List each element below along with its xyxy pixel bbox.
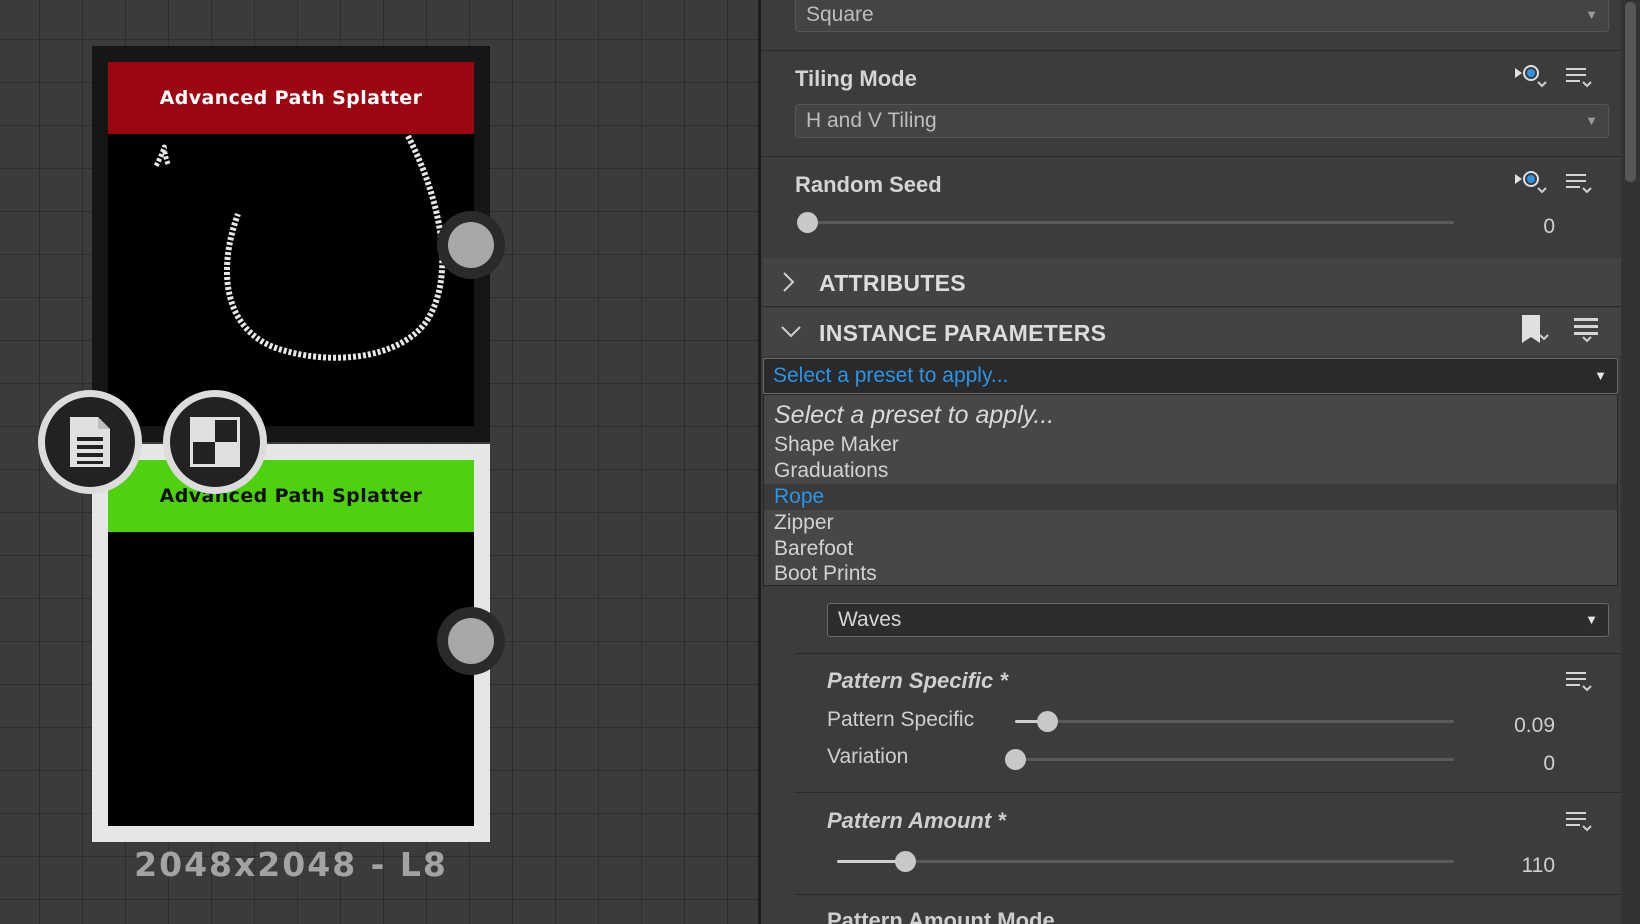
variation-slider-track[interactable] [1015, 758, 1454, 761]
pattern-combo[interactable]: Waves ▼ [827, 603, 1609, 637]
random-seed-title: Random Seed [795, 172, 942, 197]
chevron-down-icon [781, 326, 801, 338]
rope-path-preview [153, 134, 446, 361]
node-thumbnail [108, 532, 474, 826]
panel-scrollbar[interactable] [1621, 0, 1640, 924]
section-menu-button[interactable] [1569, 314, 1605, 344]
preset-option[interactable]: Shape Maker [764, 432, 1617, 458]
separator [795, 894, 1621, 895]
random-seed-slider-track[interactable] [807, 221, 1454, 224]
combo-value: Square [806, 3, 874, 26]
section-title: ATTRIBUTES [819, 270, 966, 296]
chevron-down-icon: ▼ [1585, 7, 1598, 22]
output-port-top[interactable] [437, 211, 505, 279]
pattern-specific-label: Pattern Specific [827, 708, 975, 731]
variation-slider-handle[interactable] [1005, 749, 1026, 770]
graph-node-green[interactable]: Advanced Path Splatter [92, 444, 490, 842]
parameter-menu-button[interactable] [1561, 806, 1597, 836]
separator [761, 156, 1621, 157]
variation-value[interactable]: 0 [1475, 752, 1555, 776]
output-port-bottom[interactable] [437, 607, 505, 675]
expose-parameter-button[interactable] [1513, 168, 1549, 198]
preset-option-selected[interactable]: Rope [764, 484, 1617, 510]
separator [795, 653, 1621, 654]
section-title: INSTANCE PARAMETERS [819, 320, 1107, 346]
combo-value: H and V Tiling [806, 109, 937, 132]
chevron-down-icon: ▼ [1594, 368, 1607, 383]
expose-parameter-icon [1515, 65, 1547, 88]
expose-parameter-icon [1515, 171, 1547, 194]
preset-option[interactable]: Boot Prints [764, 561, 1617, 587]
separator [761, 50, 1621, 51]
preset-bookmark-button[interactable] [1517, 314, 1553, 344]
checker-icon [190, 417, 240, 467]
pattern-amount-slider-handle[interactable] [895, 851, 916, 872]
separator [795, 792, 1621, 793]
scrollbar-thumb[interactable] [1625, 2, 1636, 182]
node-thumbnail [108, 134, 474, 426]
checker-badge[interactable] [163, 390, 267, 494]
preset-select-placeholder: Select a preset to apply... [773, 364, 1009, 387]
menu-lines-icon [1566, 68, 1592, 88]
pattern-amount-group-title: Pattern Amount * [827, 808, 1006, 833]
separator [761, 306, 1621, 307]
preset-dropdown-list: Select a preset to apply... Shape Maker … [763, 394, 1618, 586]
graph-canvas[interactable]: Advanced Path Splatter Advanced Path Spl… [0, 0, 758, 924]
menu-lines-icon [1566, 672, 1592, 692]
preset-option[interactable]: Barefoot [764, 536, 1617, 562]
node-title: Advanced Path Splatter [108, 460, 474, 532]
variation-label: Variation [827, 745, 909, 768]
parameter-menu-button[interactable] [1561, 168, 1597, 198]
preset-option[interactable]: Graduations [764, 458, 1617, 484]
instance-parameters-section-header[interactable]: INSTANCE PARAMETERS [763, 308, 1621, 356]
tiling-mode-combo[interactable]: H and V Tiling ▼ [795, 104, 1609, 138]
pattern-amount-mode-title: Pattern Amount Mode [827, 908, 1055, 924]
resolution-label: 2048x2048 - L8 [134, 845, 448, 884]
document-badge[interactable] [38, 390, 142, 494]
pattern-specific-slider-handle[interactable] [1037, 711, 1058, 732]
menu-lines-icon [1566, 174, 1592, 194]
graph-node-red[interactable]: Advanced Path Splatter [92, 46, 490, 442]
menu-lines-icon [1574, 318, 1598, 343]
chevron-right-icon [783, 272, 795, 292]
document-icon [70, 417, 110, 467]
menu-lines-icon [1566, 812, 1592, 832]
properties-panel: Square ▼ Tiling Mode H and V Tiling ▼ Ra… [761, 0, 1640, 924]
combo-value: Waves [838, 608, 902, 631]
expose-parameter-button[interactable] [1513, 62, 1549, 92]
parameter-menu-button[interactable] [1561, 62, 1597, 92]
attributes-section-header[interactable]: ATTRIBUTES [763, 258, 1621, 306]
bookmark-icon [1522, 315, 1549, 343]
random-seed-slider-handle[interactable] [797, 212, 818, 233]
chevron-down-icon: ▼ [1585, 113, 1598, 128]
random-seed-value[interactable]: 0 [1475, 215, 1555, 239]
preset-select[interactable]: Select a preset to apply... ▼ [763, 358, 1618, 394]
pattern-specific-value[interactable]: 0.09 [1475, 714, 1555, 738]
preset-option-placeholder[interactable]: Select a preset to apply... [764, 399, 1617, 431]
pattern-specific-group-title: Pattern Specific * [827, 668, 1008, 693]
parameter-menu-button[interactable] [1561, 666, 1597, 696]
shape-combo[interactable]: Square ▼ [795, 0, 1609, 32]
node-title: Advanced Path Splatter [108, 62, 474, 134]
pattern-specific-slider-track[interactable] [1015, 720, 1454, 723]
pattern-amount-value[interactable]: 110 [1475, 854, 1555, 878]
pattern-amount-slider-track[interactable] [837, 860, 1454, 863]
preset-option[interactable]: Zipper [764, 510, 1617, 536]
chevron-down-icon: ▼ [1585, 612, 1598, 627]
tiling-mode-title: Tiling Mode [795, 66, 917, 91]
